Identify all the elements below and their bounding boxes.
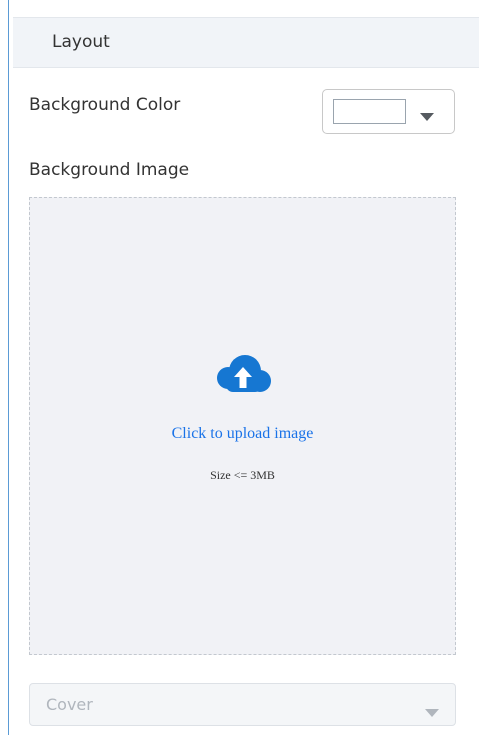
caret-down-icon (425, 702, 439, 721)
upload-image-link[interactable]: Click to upload image (30, 425, 455, 443)
image-size-value: Cover (46, 695, 93, 714)
color-swatch (333, 99, 406, 124)
upload-size-limit: Size <= 3MB (210, 468, 275, 482)
background-image-label: Background Image (29, 160, 190, 180)
background-image-upload-area[interactable]: Click to upload image Size <= 3MB (29, 197, 456, 655)
cloud-upload-icon (212, 352, 274, 400)
layout-section-title: Layout (52, 32, 110, 52)
background-color-picker[interactable] (322, 89, 455, 134)
image-size-select[interactable]: Cover (29, 683, 456, 726)
caret-down-icon (419, 107, 435, 126)
background-color-label: Background Color (29, 95, 181, 115)
layout-section-header[interactable]: Layout (13, 18, 479, 68)
